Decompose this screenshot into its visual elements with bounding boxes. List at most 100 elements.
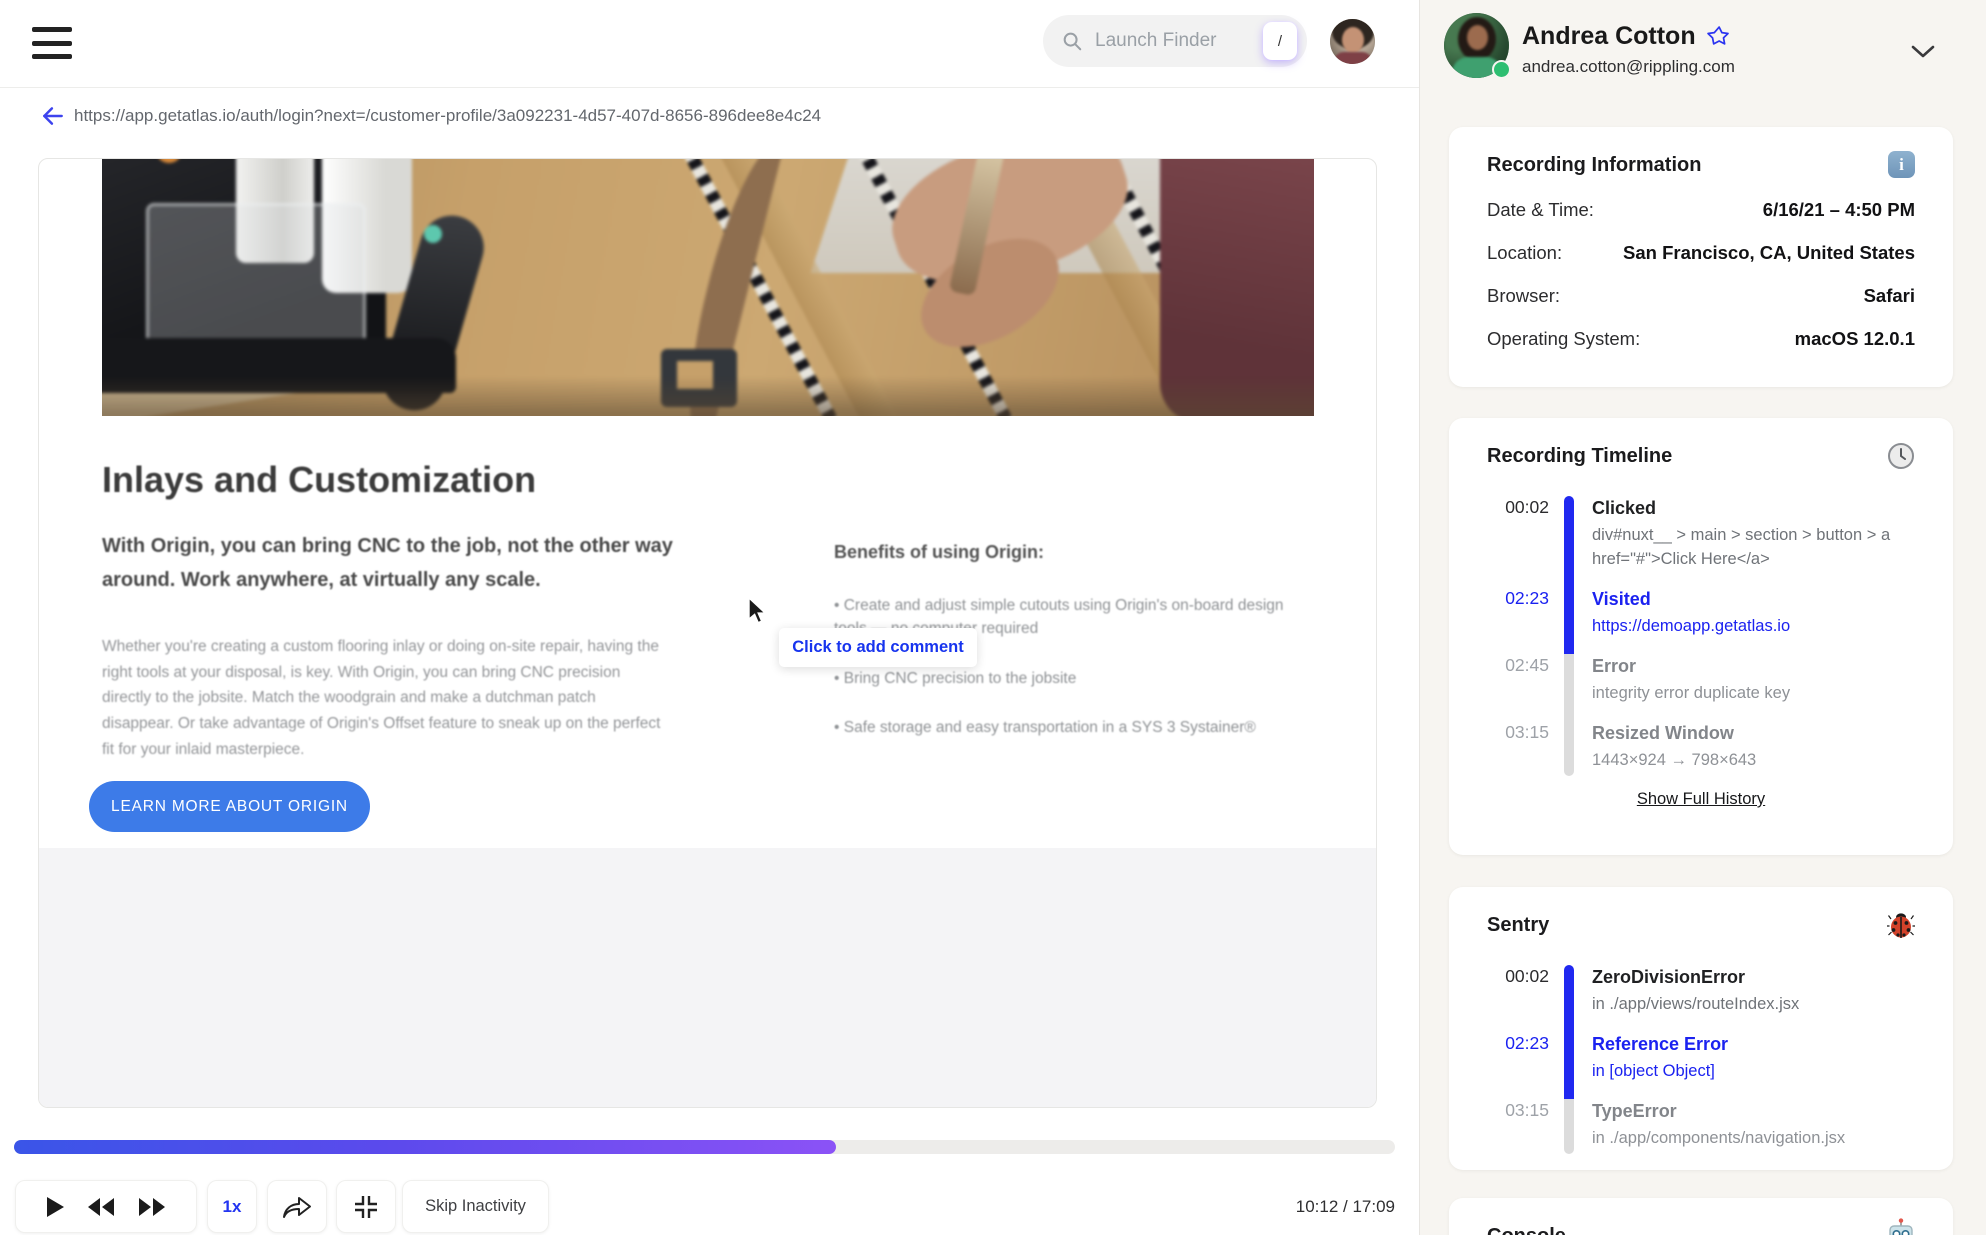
- info-label: Location:: [1487, 242, 1563, 263]
- card-title: Console: [1487, 1224, 1566, 1235]
- search-icon: [1063, 32, 1082, 51]
- event-bar: [1564, 721, 1574, 776]
- add-comment-tooltip[interactable]: Click to add comment: [779, 628, 977, 667]
- event-detail: in [object Object]: [1592, 1062, 1715, 1080]
- video-frame[interactable]: Inlays and Customization With Origin, yo…: [38, 158, 1377, 1108]
- play-button[interactable]: [45, 1196, 65, 1218]
- recording-timeline-card: Recording Timeline 00:02 Clicked div#nux…: [1449, 418, 1953, 855]
- show-full-history-link[interactable]: Show Full History: [1637, 790, 1765, 808]
- event-bar: [1564, 965, 1574, 1032]
- event-title: TypeError: [1592, 1101, 1677, 1121]
- event-time: 00:02: [1505, 497, 1549, 517]
- ladybug-icon: [1887, 913, 1915, 938]
- event-title: Error: [1592, 656, 1637, 676]
- playback-timestamp: 10:12 / 17:09: [1295, 1196, 1395, 1216]
- info-value: macOS 12.0.1: [1794, 328, 1915, 349]
- player-controls: 1x Skip Inactivity 10:12 / 17:09: [0, 1180, 1419, 1233]
- video-hero-image: [102, 159, 1314, 416]
- avatar[interactable]: [1330, 19, 1375, 64]
- workstation-section: WORKSTΔTION: [39, 848, 1376, 1107]
- event-title: ZeroDivisionError: [1592, 967, 1746, 987]
- playback-progress-fill[interactable]: [14, 1140, 836, 1154]
- event-link[interactable]: https://demoapp.getatlas.io: [1592, 614, 1915, 638]
- search-input[interactable]: Launch Finder /: [1043, 15, 1307, 67]
- share-arrow-icon: [283, 1196, 311, 1218]
- online-status-dot: [1492, 60, 1511, 79]
- collapse-view-button[interactable]: [336, 1180, 396, 1233]
- share-button[interactable]: [267, 1180, 327, 1233]
- event-time: 02:23: [1505, 1033, 1549, 1053]
- timeline-event[interactable]: 02:45 Error integrity error duplicate ke…: [1487, 654, 1915, 721]
- page-paragraph: Whether you're creating a custom floorin…: [102, 638, 661, 758]
- sentry-events: 00:02 ZeroDivisionError in ./app/views/r…: [1487, 965, 1915, 1154]
- event-time: 02:23: [1505, 588, 1549, 608]
- event-bar: [1564, 1099, 1574, 1154]
- info-row: Browser: Safari: [1487, 285, 1915, 307]
- timeline-event[interactable]: 03:15 Resized Window 1443×924 → 798×643: [1487, 721, 1915, 776]
- skip-inactivity-button[interactable]: Skip Inactivity: [402, 1180, 549, 1233]
- benefits-title: Benefits of using Origin:: [834, 542, 1044, 562]
- sentry-event[interactable]: 02:23 Reference Error in [object Object]: [1487, 1032, 1915, 1099]
- sentry-event[interactable]: 00:02 ZeroDivisionError in ./app/views/r…: [1487, 965, 1915, 1032]
- playback-progress-track[interactable]: [14, 1140, 1395, 1154]
- playback-speed-button[interactable]: 1x: [207, 1180, 257, 1233]
- event-bar: [1564, 587, 1574, 654]
- recorded-page-url: https://app.getatlas.io/auth/login?next=…: [74, 106, 822, 125]
- info-value: 6/16/21 – 4:50 PM: [1762, 199, 1915, 220]
- info-row: Operating System: macOS 12.0.1: [1487, 328, 1915, 350]
- event-detail: div#nuxt__ > main > section > button > a…: [1592, 526, 1891, 568]
- event-time: 03:15: [1505, 722, 1549, 742]
- url-bar: https://app.getatlas.io/auth/login?next=…: [0, 88, 1419, 144]
- robot-icon: [1889, 1218, 1913, 1235]
- details-sidebar: Andrea Cotton andrea.cotton@rippling.com…: [1419, 0, 1986, 1235]
- event-detail: 1443×924 → 798×643: [1592, 751, 1757, 769]
- fast-forward-button[interactable]: [137, 1197, 167, 1217]
- info-label: Operating System:: [1487, 328, 1641, 349]
- timeline-events: 00:02 Clicked div#nuxt__ > main > sectio…: [1487, 496, 1915, 776]
- card-title: Recording Information: [1487, 154, 1702, 176]
- favorite-star-icon[interactable]: [1706, 24, 1731, 49]
- avatar-photo: [1342, 27, 1364, 53]
- event-bar: [1564, 1032, 1574, 1099]
- learn-more-button[interactable]: LEARN MORE ABOUT ORIGIN: [89, 781, 370, 832]
- recording-information-card: Recording Information i Date & Time: 6/1…: [1449, 127, 1953, 387]
- avatar-photo: [1467, 25, 1488, 50]
- avatar-photo: [1334, 52, 1372, 64]
- transport-controls: [15, 1180, 197, 1233]
- event-title: Clicked: [1592, 498, 1657, 518]
- info-label: Date & Time:: [1487, 199, 1594, 220]
- timeline-event[interactable]: 02:23 Visited https://demoapp.getatlas.i…: [1487, 587, 1915, 654]
- rewind-button[interactable]: [86, 1197, 116, 1217]
- back-arrow-icon[interactable]: [40, 103, 66, 129]
- sentry-event[interactable]: 03:15 TypeError in ./app/components/navi…: [1487, 1099, 1915, 1154]
- benefit-item: Safe storage and easy transportation in …: [834, 716, 1309, 739]
- mouse-cursor-icon: [748, 597, 767, 624]
- page-subheading: With Origin, you can bring CNC to the jo…: [102, 535, 673, 592]
- photo-layer: [102, 376, 1314, 416]
- timeline-event[interactable]: 00:02 Clicked div#nuxt__ > main > sectio…: [1487, 496, 1915, 587]
- user-name-text: Andrea Cotton: [1522, 22, 1696, 50]
- benefit-item: Bring CNC precision to the jobsite: [834, 667, 1309, 690]
- console-card: Console: [1449, 1198, 1953, 1235]
- page-title: Inlays and Customization: [102, 459, 537, 500]
- hamburger-menu-icon[interactable]: [32, 24, 72, 62]
- event-title: Reference Error: [1592, 1034, 1729, 1054]
- info-value: Safari: [1863, 285, 1915, 306]
- event-detail: integrity error duplicate key: [1592, 684, 1791, 702]
- user-name: Andrea Cotton: [1522, 22, 1731, 51]
- photo-layers: [102, 159, 1314, 416]
- user-email: andrea.cotton@rippling.com: [1522, 57, 1735, 76]
- info-icon: i: [1888, 151, 1915, 178]
- event-detail: in ./app/views/routeIndex.jsx: [1592, 995, 1800, 1013]
- card-title: Recording Timeline: [1487, 445, 1673, 467]
- chevron-down-icon[interactable]: [1910, 42, 1936, 62]
- search-shortcut-key: /: [1263, 22, 1297, 60]
- event-title: Resized Window: [1592, 723, 1734, 743]
- player-pane: Launch Finder / https://app.getatlas.io/…: [0, 0, 1419, 1235]
- event-detail: in ./app/components/navigation.jsx: [1592, 1129, 1846, 1147]
- collapse-icon: [355, 1195, 377, 1218]
- search-placeholder: Launch Finder: [1095, 30, 1217, 51]
- clock-icon: [1888, 443, 1914, 469]
- photo-layer: [102, 159, 516, 416]
- benefits-list: Create and adjust simple cutouts using O…: [834, 594, 1309, 765]
